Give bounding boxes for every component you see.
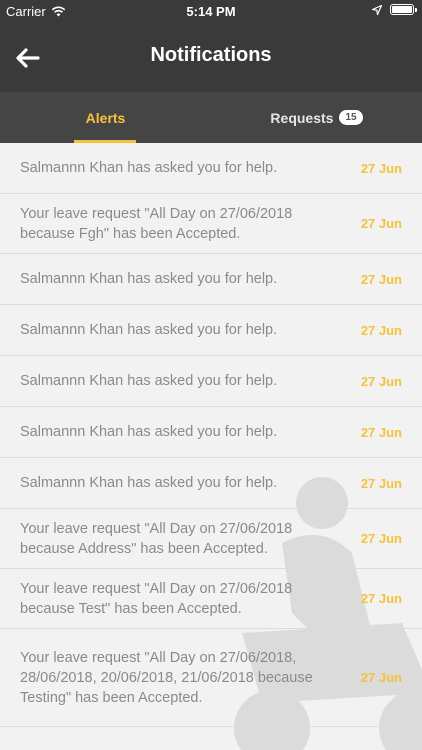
list-item[interactable]: Salmannn Khan has asked you for help. 27… xyxy=(0,407,422,458)
list-item[interactable]: Salmannn Khan has asked you for help. 27… xyxy=(0,143,422,194)
list-item[interactable]: Your leave request "All Day on 27/06/201… xyxy=(0,569,422,629)
notification-date: 27 Jun xyxy=(360,271,402,287)
notification-date: 27 Jun xyxy=(360,475,402,491)
notification-date: 27 Jun xyxy=(360,670,402,685)
list-item[interactable]: Your leave request "All Day on 27/06/201… xyxy=(0,629,422,727)
notification-text: Your leave request "All Day on 27/06/201… xyxy=(20,520,293,557)
notification-text: Your leave request "All Day on 27/06/201… xyxy=(20,205,293,242)
notification-date: 27 Jun xyxy=(360,591,402,606)
notification-text: Salmannn Khan has asked you for help. xyxy=(20,160,278,176)
notification-text: Salmannn Khan has asked you for help. xyxy=(20,475,278,491)
list-item[interactable]: Salmannn Khan has asked you for help. 27… xyxy=(0,458,422,509)
page-title: Notifications xyxy=(150,44,272,66)
battery-icon xyxy=(390,4,417,15)
notification-date: 27 Jun xyxy=(360,322,402,338)
notification-text: Your leave request "All Day on 27/06/201… xyxy=(20,580,293,617)
status-bar: Carrier 5:14 PM xyxy=(0,0,422,22)
notification-text: Salmannn Khan has asked you for help. xyxy=(20,271,278,287)
notification-date: 27 Jun xyxy=(360,216,402,231)
tab-requests-label: Requests xyxy=(270,109,334,126)
notification-text: Salmannn Khan has asked you for help. xyxy=(20,373,278,389)
notification-date: 27 Jun xyxy=(360,373,402,389)
list-item-partial[interactable] xyxy=(0,727,422,750)
notification-text: Salmannn Khan has asked you for help. xyxy=(20,322,278,338)
status-right xyxy=(372,4,417,15)
navigation-bar: Notifications xyxy=(0,22,422,92)
notification-date: 27 Jun xyxy=(360,160,402,176)
notification-date: 27 Jun xyxy=(360,424,402,440)
notifications-list[interactable]: Salmannn Khan has asked you for help. 27… xyxy=(0,143,422,750)
requests-count-badge: 15 xyxy=(339,110,363,125)
list-item[interactable]: Salmannn Khan has asked you for help. 27… xyxy=(0,254,422,305)
tab-alerts-label: Alerts xyxy=(85,109,126,126)
notification-date: 27 Jun xyxy=(360,531,402,546)
tab-alerts[interactable]: Alerts xyxy=(0,92,211,143)
tab-bar: Alerts Requests 15 xyxy=(0,92,422,143)
notification-text: Salmannn Khan has asked you for help. xyxy=(20,424,278,440)
list-item[interactable]: Salmannn Khan has asked you for help. 27… xyxy=(0,305,422,356)
list-item[interactable]: Your leave request "All Day on 27/06/201… xyxy=(0,194,422,254)
status-time: 5:14 PM xyxy=(186,4,236,19)
tab-requests[interactable]: Requests 15 xyxy=(211,92,422,143)
notification-text: Your leave request "All Day on 27/06/201… xyxy=(20,649,313,706)
list-item[interactable]: Your leave request "All Day on 27/06/201… xyxy=(0,509,422,569)
list-item[interactable]: Salmannn Khan has asked you for help. 27… xyxy=(0,356,422,407)
location-arrow-icon xyxy=(372,4,382,15)
